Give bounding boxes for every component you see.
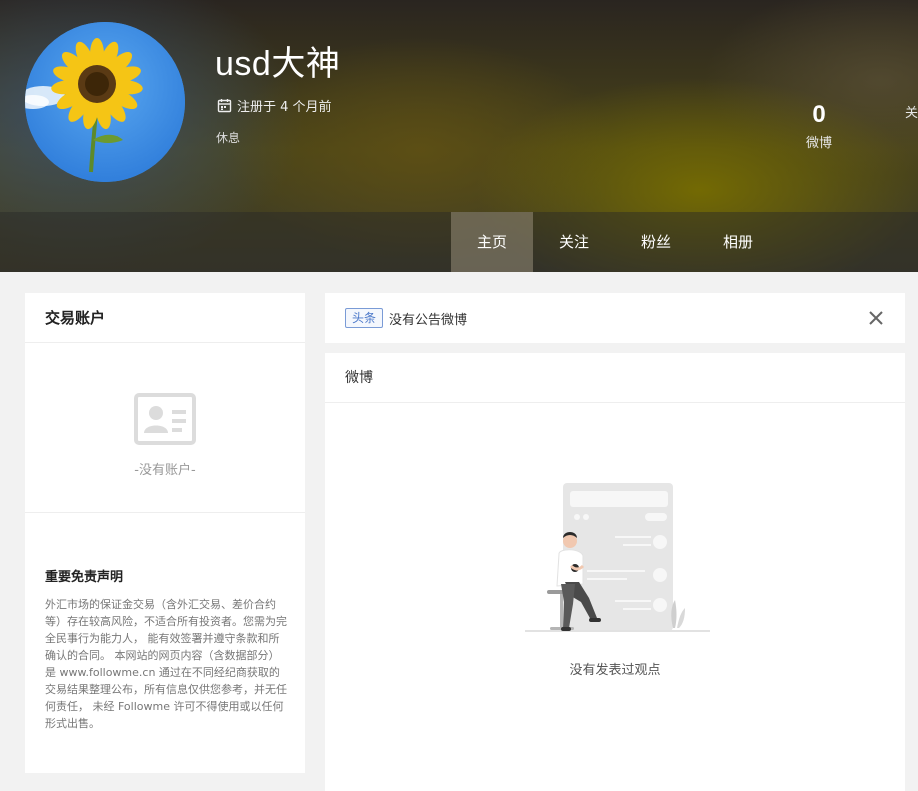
disclaimer-body: 外汇市场的保证金交易（含外汇交易、差价合约等）存在较高风险，不适合所有投资者。您… <box>45 598 287 730</box>
username: usd大神 <box>215 45 341 83</box>
register-info: 注册于 4 个月前 <box>217 96 332 115</box>
weibo-panel-title: 微博 <box>325 353 905 403</box>
stat-follow-label: 关 <box>905 106 918 121</box>
close-icon[interactable] <box>866 308 886 328</box>
stat-weibo-label: 微博 <box>805 136 832 151</box>
avatar[interactable] <box>25 22 185 182</box>
headline-tag: 头条 <box>345 308 384 328</box>
trading-account-title: 交易账户 <box>25 293 305 343</box>
tab-home[interactable]: 主页 <box>451 212 533 272</box>
no-account-text: -没有账户- <box>134 463 196 478</box>
calendar-icon <box>217 99 232 113</box>
account-empty-state: -没有账户- <box>25 343 305 513</box>
tab-fans[interactable]: 粉丝 <box>615 212 697 272</box>
register-text: 注册于 4 个月前 <box>237 100 332 115</box>
stat-weibo-count: 0 <box>812 101 826 128</box>
status-text: 休息 <box>216 131 241 145</box>
empty-posts-illustration <box>525 483 710 632</box>
trading-account-card: 交易账户 -没有账户- 重要免责声明 外汇市场的保证金交易（含外汇交易、差价合约… <box>25 293 305 773</box>
stat-follow[interactable]: 关 <box>905 100 918 121</box>
sunflower-avatar-image <box>25 22 185 182</box>
tab-album[interactable]: 相册 <box>697 212 779 272</box>
id-card-icon <box>134 393 196 445</box>
notice-text: 没有公告微博 <box>389 313 468 328</box>
profile-header: usd大神 注册于 4 个月前 休息 0 微博 关 主页 关注 粉丝 相册 <box>0 0 918 272</box>
tab-following[interactable]: 关注 <box>533 212 615 272</box>
profile-tabs: 主页 关注 粉丝 相册 <box>451 212 779 272</box>
disclaimer-title: 重要免责声明 <box>45 570 124 585</box>
no-posts-text: 没有发表过观点 <box>569 663 661 678</box>
headline-notice: 头条 没有公告微博 <box>325 293 905 343</box>
weibo-panel: 微博 没有发表过观点 <box>325 353 905 791</box>
stat-weibo[interactable]: 0 微博 <box>800 100 838 151</box>
